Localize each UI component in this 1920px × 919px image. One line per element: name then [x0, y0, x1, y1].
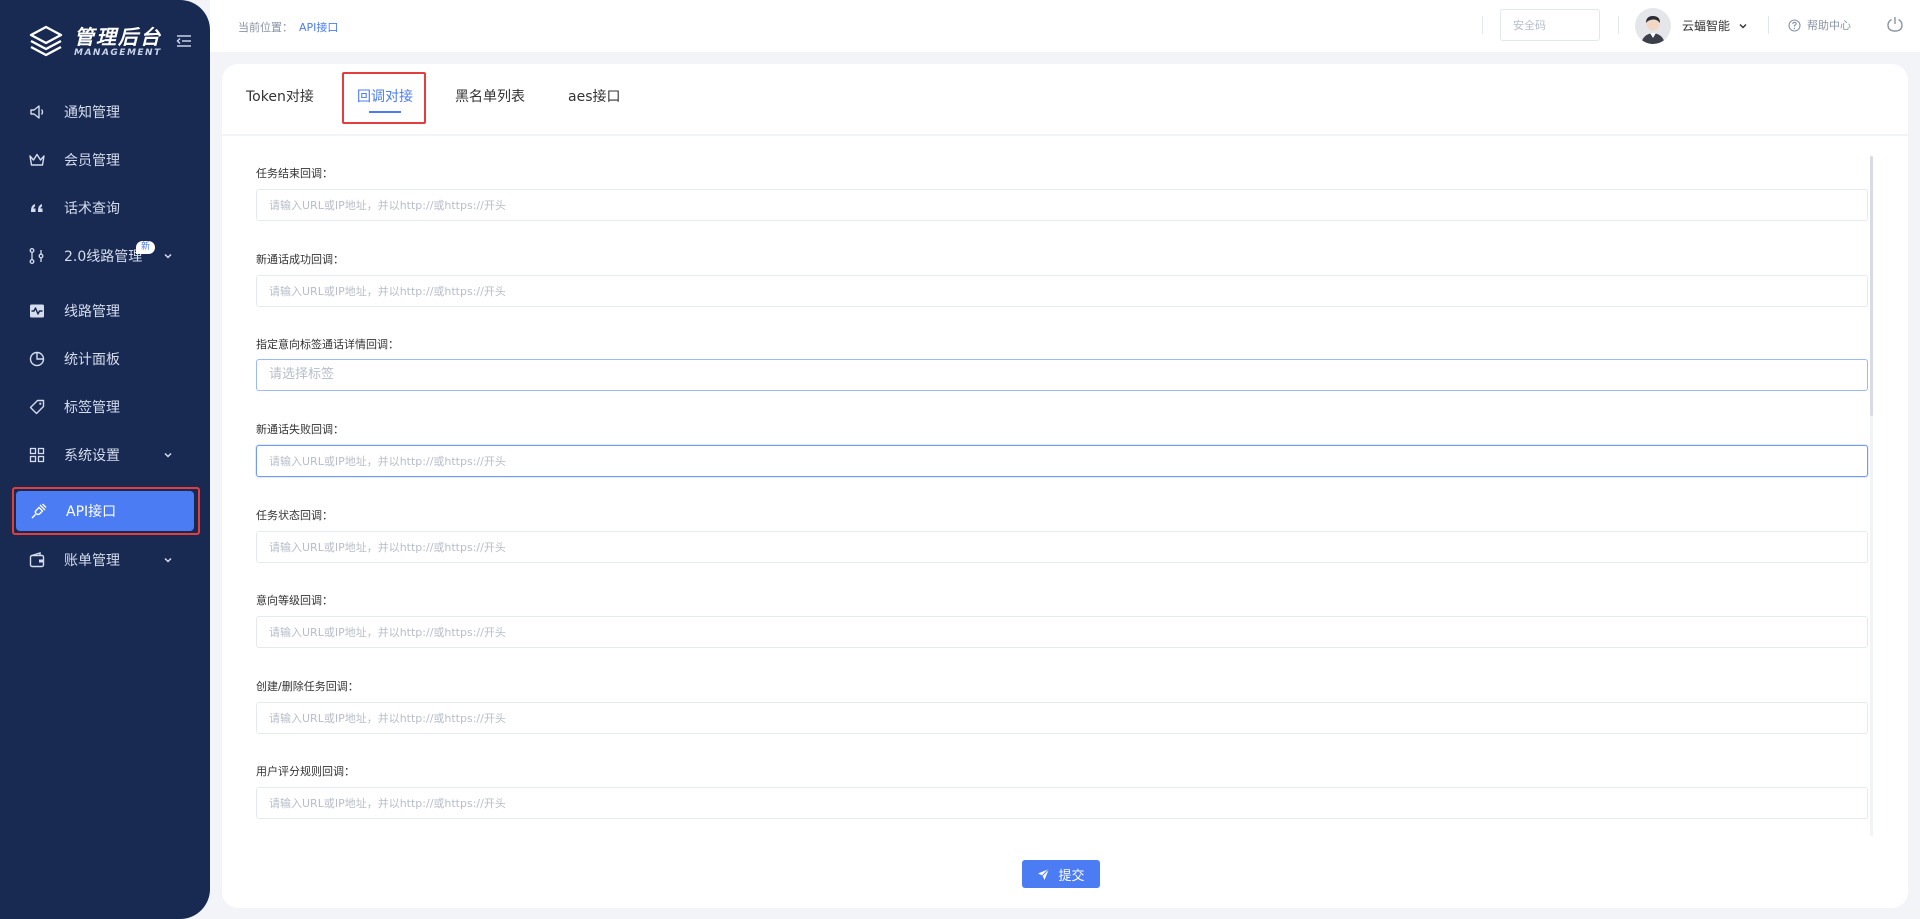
active-tab-highlight-frame [342, 72, 426, 124]
breadcrumb-prefix: 当前位置： [238, 21, 293, 34]
logo-title: 管理后台 [74, 25, 162, 49]
submit-label: 提交 [1058, 868, 1085, 884]
call-success-callback-label: 新通话成功回调： [256, 253, 344, 266]
quote-icon [28, 199, 46, 217]
chevron-down-icon [1739, 23, 1747, 28]
crown-icon [28, 151, 46, 169]
tabs-bar: Token对接 回调对接 黑名单列表 aes接口 [222, 64, 1908, 134]
task-end-callback-input[interactable] [256, 189, 1868, 221]
submit-button[interactable]: 提交 [1022, 860, 1100, 888]
intent-level-callback-label: 意向等级回调： [256, 594, 333, 607]
sidebar-item-system-settings[interactable]: 系统设置 [14, 434, 194, 476]
chevron-down-icon [164, 452, 172, 458]
top-header: 当前位置： API接口 云蝠智能 帮助中心 [210, 0, 1920, 52]
sidebar-item-label: 系统设置 [64, 448, 120, 464]
scrollbar-thumb[interactable] [1870, 156, 1873, 416]
breadcrumb-current[interactable]: API接口 [299, 21, 338, 34]
pulse-monitor-icon [28, 302, 46, 320]
call-fail-callback-label: 新通话失败回调： [256, 423, 344, 436]
header-divider [1618, 16, 1619, 34]
user-menu[interactable]: 云蝠智能 [1682, 17, 1748, 34]
call-success-callback-input[interactable] [256, 275, 1868, 307]
wallet-icon [28, 551, 46, 569]
new-badge: 新 [136, 241, 156, 254]
power-icon[interactable] [1886, 15, 1904, 33]
sidebar-item-routes[interactable]: 线路管理 [14, 290, 194, 332]
collapse-menu-icon[interactable] [176, 34, 192, 48]
user-score-rule-callback-input[interactable] [256, 787, 1868, 819]
route-icon [28, 247, 46, 265]
call-fail-callback-input[interactable] [256, 445, 1868, 477]
chevron-down-icon [164, 253, 172, 259]
tab-aes[interactable]: aes接口 [568, 84, 621, 110]
sidebar-item-label: 会员管理 [64, 153, 120, 169]
sidebar-item-members[interactable]: 会员管理 [14, 139, 194, 181]
sidebar-item-label: 标签管理 [64, 400, 120, 416]
sidebar-item-tags[interactable]: 标签管理 [14, 386, 194, 428]
sidebar-item-billing[interactable]: 账单管理 [14, 539, 194, 581]
sidebar-item-notifications[interactable]: 通知管理 [14, 91, 194, 133]
username: 云蝠智能 [1682, 19, 1731, 33]
question-circle-icon [1788, 18, 1801, 32]
sidebar-item-route-v2[interactable]: 2.0线路管理 [14, 235, 194, 277]
tab-blacklist[interactable]: 黑名单列表 [455, 84, 525, 110]
send-icon [1038, 868, 1050, 880]
task-end-callback-label: 任务结束回调： [256, 167, 333, 180]
help-center-label: 帮助中心 [1807, 19, 1851, 32]
task-create-delete-callback-input[interactable] [256, 702, 1868, 734]
sidebar-item-statistics[interactable]: 统计面板 [14, 338, 194, 380]
intent-tag-callback-label: 指定意向标签通话详情回调： [256, 338, 399, 351]
task-create-delete-callback-label: 创建/删除任务回调： [256, 680, 359, 693]
logo: 管理后台 MANAGEMENT [28, 24, 162, 60]
sidebar-item-label: 话术查询 [64, 201, 120, 217]
active-item-highlight-frame [12, 487, 200, 535]
help-center-link[interactable]: 帮助中心 [1788, 17, 1851, 33]
sidebar-item-label: 统计面板 [64, 352, 120, 368]
sidebar-item-script-query[interactable]: 话术查询 [14, 187, 194, 229]
logo-subtitle: MANAGEMENT [74, 48, 162, 58]
tag-icon [28, 398, 46, 416]
sidebar: 管理后台 MANAGEMENT 通知管理 会员管理 话术查询 2.0线路管理 新 [0, 0, 210, 919]
security-code-input[interactable] [1500, 9, 1600, 41]
callback-form: 任务结束回调： 新通话成功回调： 指定意向标签通话详情回调： 请选择标签 新通话… [222, 136, 1908, 908]
tab-token[interactable]: Token对接 [246, 84, 314, 110]
grid-icon [28, 446, 46, 464]
sidebar-item-label: 通知管理 [64, 105, 120, 121]
user-score-rule-callback-label: 用户评分规则回调： [256, 765, 355, 778]
breadcrumb: 当前位置： API接口 [238, 19, 338, 35]
header-divider [1768, 16, 1769, 34]
layers-logo-icon [29, 25, 63, 57]
pie-chart-icon [28, 350, 46, 368]
speaker-icon [28, 103, 46, 121]
intent-level-callback-input[interactable] [256, 616, 1868, 648]
sidebar-item-label: 账单管理 [64, 553, 120, 569]
sidebar-item-label: 线路管理 [64, 304, 120, 320]
task-status-callback-input[interactable] [256, 531, 1868, 563]
task-status-callback-label: 任务状态回调： [256, 509, 333, 522]
intent-tag-select[interactable]: 请选择标签 [256, 359, 1868, 391]
chevron-down-icon [164, 557, 172, 563]
header-divider [1482, 16, 1483, 34]
avatar[interactable] [1635, 8, 1671, 44]
sidebar-item-label: 2.0线路管理 [64, 249, 143, 265]
